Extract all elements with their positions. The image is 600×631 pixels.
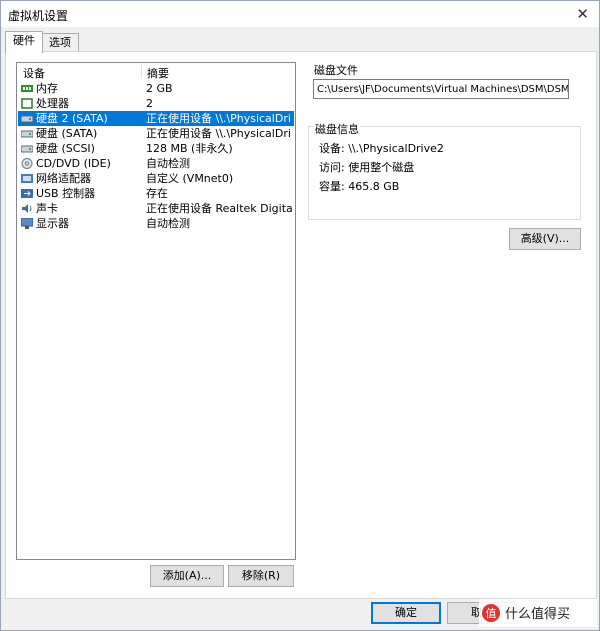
add-button[interactable]: 添加(A)... [150, 565, 224, 587]
cd-dvd-icon [21, 158, 33, 169]
device-row-memory[interactable]: 内存 2 GB [18, 81, 294, 96]
network-adapter-icon [21, 174, 33, 183]
device-summary: 自定义 (VMnet0) [146, 172, 234, 185]
device-name: CD/DVD (IDE) [36, 157, 111, 170]
vm-settings-window: 虚拟机设置 ✕ 硬件 选项 设备 摘要 内存 2 GB 处理器 2 硬盘 2 (… [0, 0, 600, 631]
svg-text:什么值得买: 什么值得买 [505, 606, 570, 622]
device-row-display[interactable]: 显示器 自动检测 [18, 216, 294, 231]
close-icon[interactable]: ✕ [576, 5, 589, 23]
remove-button[interactable]: 移除(R) [228, 565, 294, 587]
device-name: 硬盘 (SATA) [36, 127, 98, 140]
processor-icon [21, 98, 33, 109]
disk-device-text: 设备: \\.\PhysicalDrive2 [319, 142, 444, 155]
device-row-network-adapter[interactable]: 网络适配器 自定义 (VMnet0) [18, 171, 294, 186]
device-name: 网络适配器 [36, 172, 91, 185]
device-name: 处理器 [36, 97, 69, 110]
memory-icon [21, 85, 33, 92]
advanced-button[interactable]: 高级(V)... [509, 228, 581, 250]
disk-access-text: 访问: 使用整个磁盘 [319, 161, 415, 174]
device-summary: 2 [146, 97, 153, 110]
device-row-cd-dvd[interactable]: CD/DVD (IDE) 自动检测 [18, 156, 294, 171]
column-header-device[interactable]: 设备 [23, 65, 45, 81]
disk-info-label: 磁盘信息 [314, 121, 360, 137]
device-summary: 2 GB [146, 82, 173, 95]
tab-options[interactable]: 选项 [41, 33, 79, 52]
device-name: 硬盘 (SCSI) [36, 142, 95, 155]
disk-file-path-input[interactable]: C:\Users\JF\Documents\Virtual Machines\D… [313, 79, 569, 99]
column-divider[interactable] [141, 64, 142, 78]
device-summary: 存在 [146, 187, 168, 200]
device-row-usb-controller[interactable]: USB 控制器 存在 [18, 186, 294, 201]
device-row-hard-disk-scsi[interactable]: 硬盘 (SCSI) 128 MB (非永久) [18, 141, 294, 156]
device-list[interactable]: 设备 摘要 内存 2 GB 处理器 2 硬盘 2 (SATA) 正在使用设备 \… [16, 62, 296, 560]
device-summary: 正在使用设备 Realtek Digital ... [146, 202, 292, 215]
device-name: 内存 [36, 82, 58, 95]
hard-disk-icon [21, 115, 33, 123]
device-summary: 正在使用设备 \\.\PhysicalDri [146, 112, 291, 125]
device-name: 硬盘 2 (SATA) [36, 112, 108, 125]
device-name: 声卡 [36, 202, 58, 215]
display-icon [21, 218, 33, 229]
disk-file-label: 磁盘文件 [314, 64, 358, 77]
device-name: USB 控制器 [36, 187, 96, 200]
hard-disk-icon [21, 130, 33, 138]
ok-button[interactable]: 确定 [371, 602, 441, 624]
disk-capacity-text: 容量: 465.8 GB [319, 180, 400, 193]
device-row-hard-disk-2-sata[interactable]: 硬盘 2 (SATA) 正在使用设备 \\.\PhysicalDri [18, 111, 294, 126]
title-bar: 虚拟机设置 ✕ [1, 1, 599, 27]
device-row-hard-disk-sata[interactable]: 硬盘 (SATA) 正在使用设备 \\.\PhysicalDri [18, 126, 294, 141]
device-summary: 自动检测 [146, 217, 190, 230]
sound-card-icon [22, 204, 32, 213]
svg-text:值: 值 [486, 607, 497, 620]
hard-disk-icon [21, 145, 33, 153]
device-list-header: 设备 摘要 [17, 63, 295, 80]
tab-hardware[interactable]: 硬件 [5, 31, 43, 53]
device-summary: 128 MB (非永久) [146, 142, 233, 155]
device-row-sound-card[interactable]: 声卡 正在使用设备 Realtek Digital ... [18, 201, 294, 216]
watermark-logo: 值 什么值得买 [479, 599, 597, 627]
device-summary: 正在使用设备 \\.\PhysicalDri [146, 127, 291, 140]
usb-icon [21, 189, 33, 198]
device-name: 显示器 [36, 217, 69, 230]
column-header-summary[interactable]: 摘要 [147, 65, 169, 81]
device-row-processor[interactable]: 处理器 2 [18, 96, 294, 111]
device-summary: 自动检测 [146, 157, 190, 170]
window-title: 虚拟机设置 [8, 9, 69, 23]
